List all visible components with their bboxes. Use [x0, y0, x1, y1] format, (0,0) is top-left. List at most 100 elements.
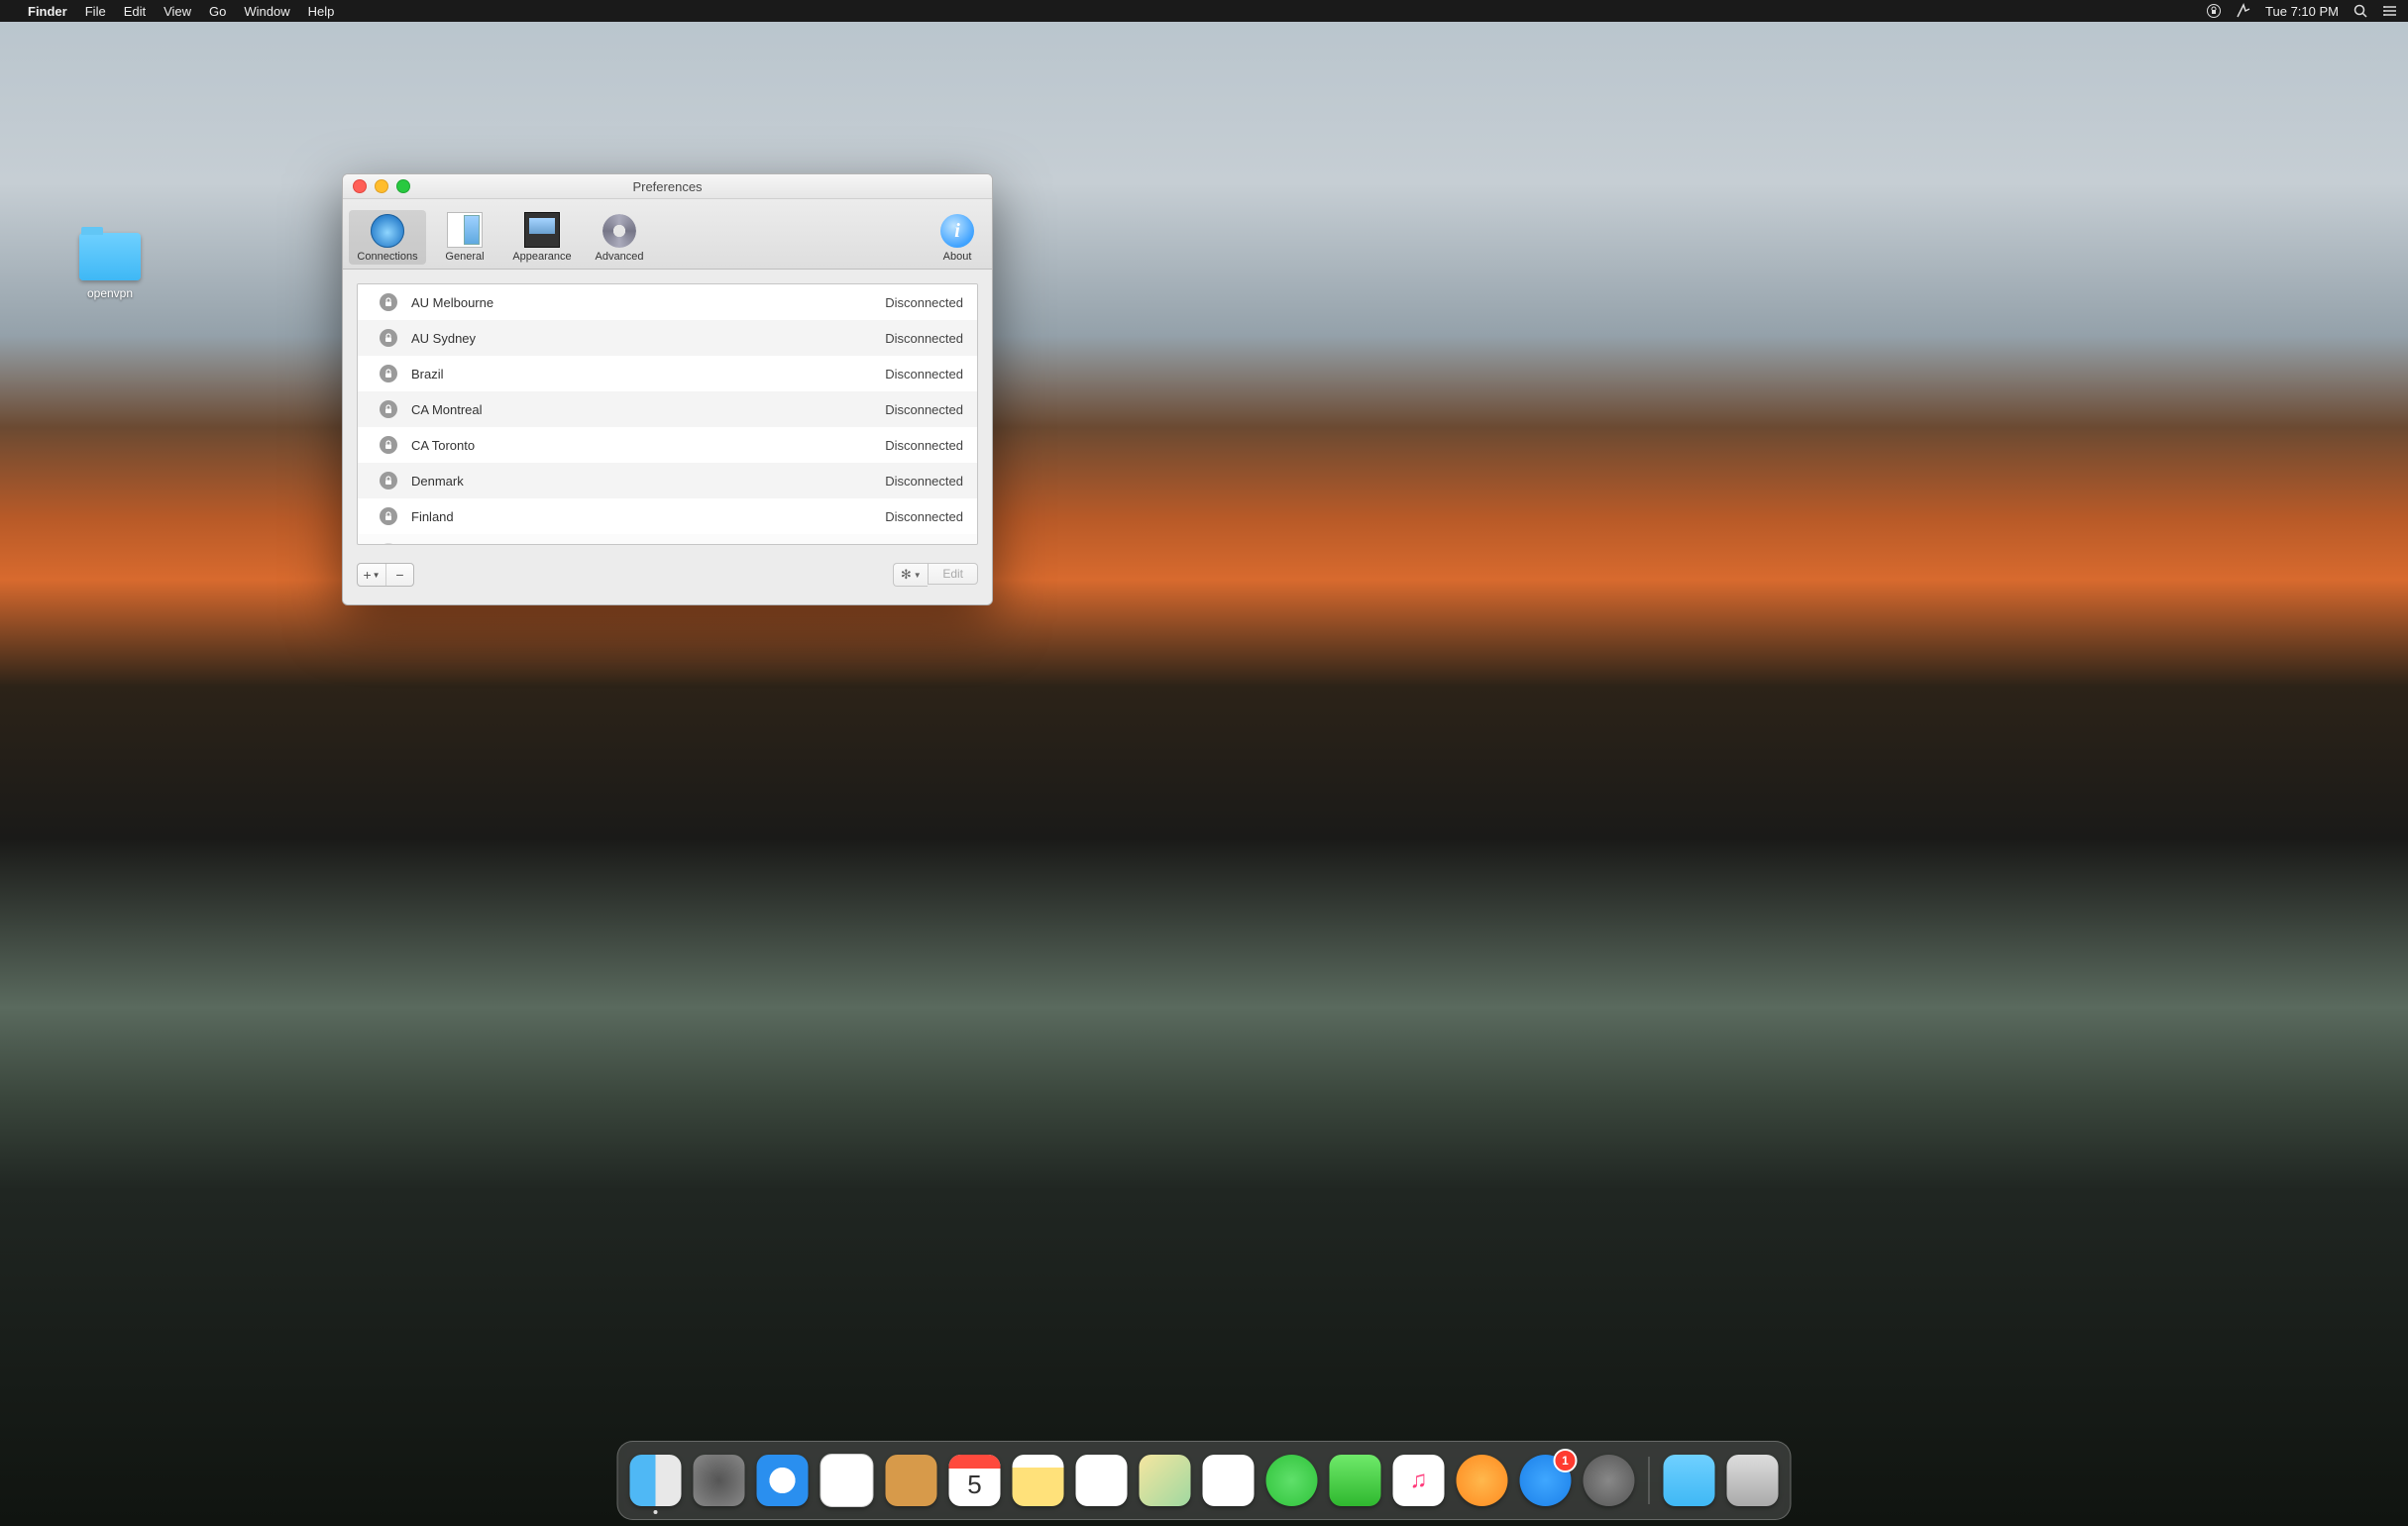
preferences-toolbar: Connections General Appearance Advanced …: [343, 199, 992, 270]
menubar-app-name[interactable]: Finder: [28, 4, 67, 19]
lock-icon: [380, 365, 397, 382]
dock-itunes[interactable]: [1393, 1455, 1445, 1506]
display-icon: [524, 212, 560, 248]
lock-icon: [380, 472, 397, 490]
gear-icon: ✻: [901, 567, 912, 583]
connection-status: Disconnected: [885, 331, 963, 346]
dock-system-preferences[interactable]: [1584, 1455, 1635, 1506]
connection-row[interactable]: AU SydneyDisconnected: [358, 320, 977, 356]
connections-list[interactable]: AU MelbourneDisconnectedAU SydneyDisconn…: [357, 283, 978, 545]
dock-maps[interactable]: [1140, 1455, 1191, 1506]
edit-button[interactable]: Edit: [928, 563, 978, 585]
preferences-footer: + ▼ − ✻▼ Edit: [343, 559, 992, 604]
lock-icon: [380, 400, 397, 418]
menubar-clock[interactable]: Tue 7:10 PM: [2265, 4, 2339, 19]
dock-finder[interactable]: [630, 1455, 682, 1506]
connection-name: Denmark: [411, 474, 885, 489]
menubar-lock-status-icon[interactable]: [2206, 3, 2222, 19]
connection-status: Disconnected: [885, 402, 963, 417]
dock-notes[interactable]: [1013, 1455, 1064, 1506]
preferences-window: Preferences Connections General Appearan…: [342, 173, 993, 605]
connection-status: Disconnected: [885, 474, 963, 489]
folder-icon: [79, 233, 141, 280]
toolbar-tab-about[interactable]: About: [929, 210, 986, 265]
toolbar-label-appearance: Appearance: [512, 251, 571, 263]
dock-reminders[interactable]: [1076, 1455, 1128, 1506]
menu-go[interactable]: Go: [209, 4, 226, 19]
connection-row[interactable]: FinlandDisconnected: [358, 498, 977, 534]
dock-appstore[interactable]: 1: [1520, 1455, 1572, 1506]
window-titlebar[interactable]: Preferences: [343, 174, 992, 199]
close-button[interactable]: [353, 179, 367, 193]
chevron-down-icon: ▼: [914, 571, 922, 580]
connection-name: AU Melbourne: [411, 295, 885, 310]
dock-downloads[interactable]: [1664, 1455, 1715, 1506]
dock-safari[interactable]: [757, 1455, 809, 1506]
zoom-button[interactable]: [396, 179, 410, 193]
edit-button-label: Edit: [942, 567, 963, 581]
minus-icon: −: [395, 567, 403, 583]
appstore-badge: 1: [1554, 1449, 1578, 1472]
connection-name: CA Montreal: [411, 402, 885, 417]
notification-center-icon[interactable]: [2382, 3, 2398, 19]
actions-menu-button[interactable]: ✻▼: [893, 563, 928, 587]
connection-status: Disconnected: [885, 295, 963, 310]
toolbar-tab-advanced[interactable]: Advanced: [581, 210, 658, 265]
lock-icon: [380, 507, 397, 525]
dock-separator: [1649, 1457, 1650, 1504]
connection-row[interactable]: CA TorontoDisconnected: [358, 427, 977, 463]
dock-photos[interactable]: [1203, 1455, 1255, 1506]
dock-launchpad[interactable]: [694, 1455, 745, 1506]
menu-help[interactable]: Help: [308, 4, 335, 19]
menubar: Finder File Edit View Go Window Help Tue…: [0, 0, 2408, 22]
window-title: Preferences: [343, 179, 992, 194]
remove-connection-button[interactable]: −: [385, 564, 413, 586]
connection-name: AU Sydney: [411, 331, 885, 346]
connection-name: Brazil: [411, 367, 885, 382]
dock-facetime[interactable]: [1330, 1455, 1381, 1506]
menu-edit[interactable]: Edit: [124, 4, 146, 19]
add-connection-button[interactable]: + ▼: [358, 564, 385, 586]
menu-file[interactable]: File: [85, 4, 106, 19]
connection-row[interactable]: BrazilDisconnected: [358, 356, 977, 391]
dock-ibooks[interactable]: [1457, 1455, 1508, 1506]
toolbar-tab-connections[interactable]: Connections: [349, 210, 426, 265]
connection-row[interactable]: AU MelbourneDisconnected: [358, 284, 977, 320]
toolbar-tab-general[interactable]: General: [426, 208, 503, 265]
chevron-down-icon: ▼: [373, 571, 381, 580]
toolbar-label-about: About: [943, 251, 972, 263]
dock-contacts[interactable]: [886, 1455, 937, 1506]
toolbar-label-general: General: [445, 251, 484, 263]
info-icon: [940, 214, 974, 248]
gear-icon: [602, 214, 636, 248]
dock-messages[interactable]: [1266, 1455, 1318, 1506]
toolbar-label-advanced: Advanced: [596, 251, 644, 263]
connection-status: Disconnected: [885, 509, 963, 524]
minimize-button[interactable]: [375, 179, 388, 193]
connection-row[interactable]: DenmarkDisconnected: [358, 463, 977, 498]
connection-row[interactable]: [358, 534, 977, 545]
dock-mail[interactable]: [821, 1454, 874, 1507]
desktop-folder-openvpn[interactable]: openvpn: [75, 233, 145, 300]
globe-icon: [371, 214, 404, 248]
plus-icon: +: [363, 567, 371, 583]
dock-calendar[interactable]: [949, 1455, 1001, 1506]
connection-name: CA Toronto: [411, 438, 885, 453]
menu-view[interactable]: View: [164, 4, 191, 19]
connection-status: Disconnected: [885, 438, 963, 453]
lock-icon: [380, 436, 397, 454]
connection-name: Finland: [411, 509, 885, 524]
menu-window[interactable]: Window: [244, 4, 289, 19]
spotlight-icon[interactable]: [2353, 3, 2368, 19]
lock-icon: [380, 293, 397, 311]
toolbar-tab-appearance[interactable]: Appearance: [503, 208, 581, 265]
switch-icon: [447, 212, 483, 248]
lock-icon: [380, 329, 397, 347]
connection-status: Disconnected: [885, 367, 963, 382]
dock-trash[interactable]: [1727, 1455, 1779, 1506]
connection-row[interactable]: CA MontrealDisconnected: [358, 391, 977, 427]
lock-icon: [380, 543, 397, 545]
toolbar-label-connections: Connections: [357, 251, 417, 263]
desktop-folder-label: openvpn: [75, 286, 145, 300]
menubar-vpn-icon[interactable]: [2236, 3, 2251, 19]
